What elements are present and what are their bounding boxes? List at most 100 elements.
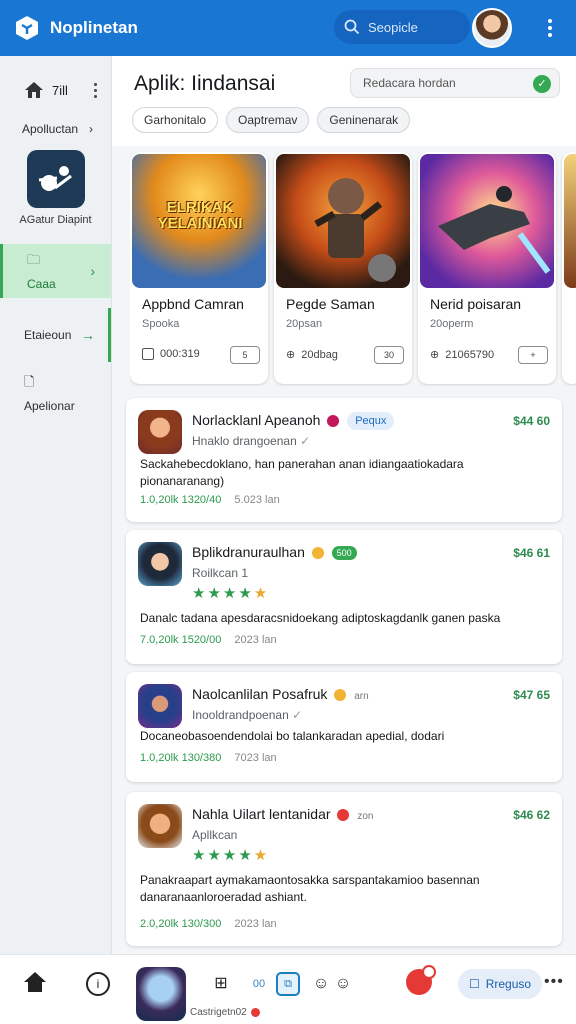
sidebar-item-label: Etaieoun xyxy=(24,328,72,342)
download-icon: ⊕ xyxy=(430,349,440,361)
status-dot-icon xyxy=(327,415,340,428)
app-name: Nahla Uilart lentanidar zon xyxy=(192,806,374,822)
sidebar-menu-icon[interactable] xyxy=(93,82,97,98)
brand[interactable]: Noplinetan xyxy=(14,15,138,41)
app-badge-text: zon xyxy=(357,811,374,822)
search-input[interactable] xyxy=(368,19,468,35)
user-icon: ☐ xyxy=(468,977,480,991)
featured-card[interactable]: Pegde Saman 20psan ⊕ 20dbag 30 xyxy=(274,152,412,384)
app-logo-icon xyxy=(16,16,38,40)
emoji-icon[interactable]: ☺ xyxy=(330,971,356,997)
bottom-nav: i ⊞ 00 ⧉ ☺ ☺ ☐ Rreguso ••• Castrigetn02 xyxy=(0,954,576,1024)
featured-name: Appbnd Camran xyxy=(142,296,244,312)
featured-name: Nerid poisaran xyxy=(430,296,522,312)
featured-action-button[interactable]: 5 xyxy=(230,346,260,364)
filter-text: Redacara hordan xyxy=(363,76,456,90)
bottom-caption: Castrigetn02 xyxy=(190,1007,261,1018)
app-description: Docaneobasoendendolai bo talankaradan ap… xyxy=(140,729,445,743)
app-list-item[interactable]: Naolcanlilan Posafruk arn Inooldrandpoen… xyxy=(126,672,562,782)
chip-filter[interactable]: Garhonitalo xyxy=(132,107,219,133)
app-date: 2023 lan xyxy=(234,634,277,646)
sidebar-item-label: Caaa xyxy=(27,277,56,291)
sidebar-app[interactable]: AGatur Diapint xyxy=(0,150,111,226)
status-badge: Pequx xyxy=(347,412,395,431)
app-list-item[interactable]: Nahla Uilart lentanidar zon Apllkcan ★★★… xyxy=(126,792,562,946)
home-icon[interactable] xyxy=(22,971,48,997)
game-artwork: ELRIKAK YELAINIANI xyxy=(132,154,266,288)
app-downloads: 2.0,20lk 130/300 xyxy=(140,918,222,930)
app-downloads: 1.0,20lk 1320/40 xyxy=(140,494,222,506)
small-badge[interactable]: 00 xyxy=(246,971,272,997)
app-date: 2023 lan xyxy=(234,918,277,930)
app-subtitle: Inooldrandpoenan ✓ xyxy=(192,708,303,722)
app-stats: 2.0,20lk 130/300 2023 lan xyxy=(140,918,277,930)
chip-filter[interactable]: Oaptremav xyxy=(226,107,310,133)
more-options-icon[interactable] xyxy=(540,14,560,42)
featured-meta: ⊕ 21065790 + xyxy=(430,346,548,364)
app-price: $44 60 xyxy=(513,414,550,428)
featured-meta: 000:319 5 xyxy=(142,346,260,364)
info-icon[interactable]: i xyxy=(86,972,110,996)
sidebar-home[interactable]: 7ill xyxy=(0,56,111,108)
app-launcher-icon[interactable]: ⧉ xyxy=(276,972,300,996)
featured-card[interactable]: Nerid poisaran 20operm ⊕ 21065790 + xyxy=(418,152,556,384)
sidebar-item-caaa[interactable]: 🗀 Caaa › xyxy=(0,244,111,298)
grid-icon[interactable]: ⊞ xyxy=(208,971,234,997)
download-icon: ⊕ xyxy=(286,349,296,361)
app-date: 5.023 lan xyxy=(234,494,280,506)
app-date: 7023 lan xyxy=(234,752,277,764)
artwork-title: ELRIKAK YELAINIANI xyxy=(157,199,243,232)
featured-thumbnail[interactable] xyxy=(136,967,186,1021)
featured-card[interactable]: ELRIKAK YELAINIANI Appbnd Camran Spooka … xyxy=(130,152,268,384)
app-list-item[interactable]: Norlacklanl Apeanoh Pequx Hnaklo drangoe… xyxy=(126,398,562,522)
featured-card-partial[interactable] xyxy=(562,152,576,384)
user-avatar[interactable] xyxy=(472,8,512,48)
app-price: $46 61 xyxy=(513,546,550,560)
check-icon: ✓ xyxy=(533,75,551,93)
arrow-right-icon: → xyxy=(81,327,95,343)
chip-filter[interactable]: Geninenarak xyxy=(317,107,411,133)
app-price: $46 62 xyxy=(513,808,550,822)
checkbox-icon[interactable] xyxy=(142,348,154,360)
emoji-icon xyxy=(311,547,324,560)
chip-row: Garhonitalo Oaptremav Geninenarak xyxy=(132,107,411,133)
more-options-icon[interactable]: ••• xyxy=(544,973,564,991)
sidebar-section-label: Apolluctan xyxy=(22,122,79,136)
profile-button[interactable]: ☐ Rreguso xyxy=(458,969,542,999)
app-name: Naolcanlilan Posafruk arn xyxy=(192,686,369,702)
app-list-item[interactable]: Bplikdranuraulhan 500 Roilkcan 1 ★★★★★ $… xyxy=(126,530,562,664)
main-content: Aplik: Iindansai Redacara hordan ✓ Garho… xyxy=(112,56,576,954)
profile-button-label: Rreguso xyxy=(485,977,532,991)
sidebar-item-etaieoun[interactable]: Etaieoun → xyxy=(0,308,111,362)
top-app-bar: Noplinetan xyxy=(0,0,576,56)
filter-field[interactable]: Redacara hordan ✓ xyxy=(350,68,560,98)
main-header: Aplik: Iindansai Redacara hordan ✓ Garho… xyxy=(112,56,576,146)
sidebar-section[interactable]: Apolluctan › xyxy=(0,122,111,136)
rating-stars: ★★★★★ xyxy=(192,847,270,864)
sidebar: 7ill Apolluctan › AGatur Diapint 🗀 Caaa … xyxy=(0,56,112,954)
featured-meta-text: 000:319 xyxy=(160,348,200,360)
sidebar-item-apelionar[interactable]: 🗋 Apelionar xyxy=(0,366,111,420)
app-icon xyxy=(138,804,182,848)
featured-action-button[interactable]: 30 xyxy=(374,346,404,364)
notification-icon[interactable] xyxy=(406,965,436,995)
featured-name: Pegde Saman xyxy=(286,296,375,312)
status-dot-icon xyxy=(337,809,350,822)
search-bar[interactable] xyxy=(334,10,470,44)
rating-stars: ★★★★★ xyxy=(192,585,270,602)
app-icon xyxy=(138,542,182,586)
app-price: $47 65 xyxy=(513,688,550,702)
app-icon xyxy=(26,150,85,208)
game-artwork xyxy=(564,154,576,288)
featured-action-button[interactable]: + xyxy=(518,346,548,364)
app-stats: 1.0,20lk 130/380 7023 lan xyxy=(140,752,277,764)
search-icon xyxy=(344,19,360,35)
document-icon: 🗋 xyxy=(24,374,35,389)
game-artwork xyxy=(420,154,554,288)
app-description: Sackahebecdoklano, han panerahan anan id… xyxy=(140,457,464,488)
app-description: Danalc tadana apesdaracsnidoekang adipto… xyxy=(140,611,501,625)
app-stats: 1.0,20lk 1320/40 5.023 lan xyxy=(140,494,280,506)
app-name: Bplikdranuraulhan 500 xyxy=(192,544,357,561)
app-icon xyxy=(138,684,182,728)
sidebar-app-label: AGatur Diapint xyxy=(19,214,92,226)
